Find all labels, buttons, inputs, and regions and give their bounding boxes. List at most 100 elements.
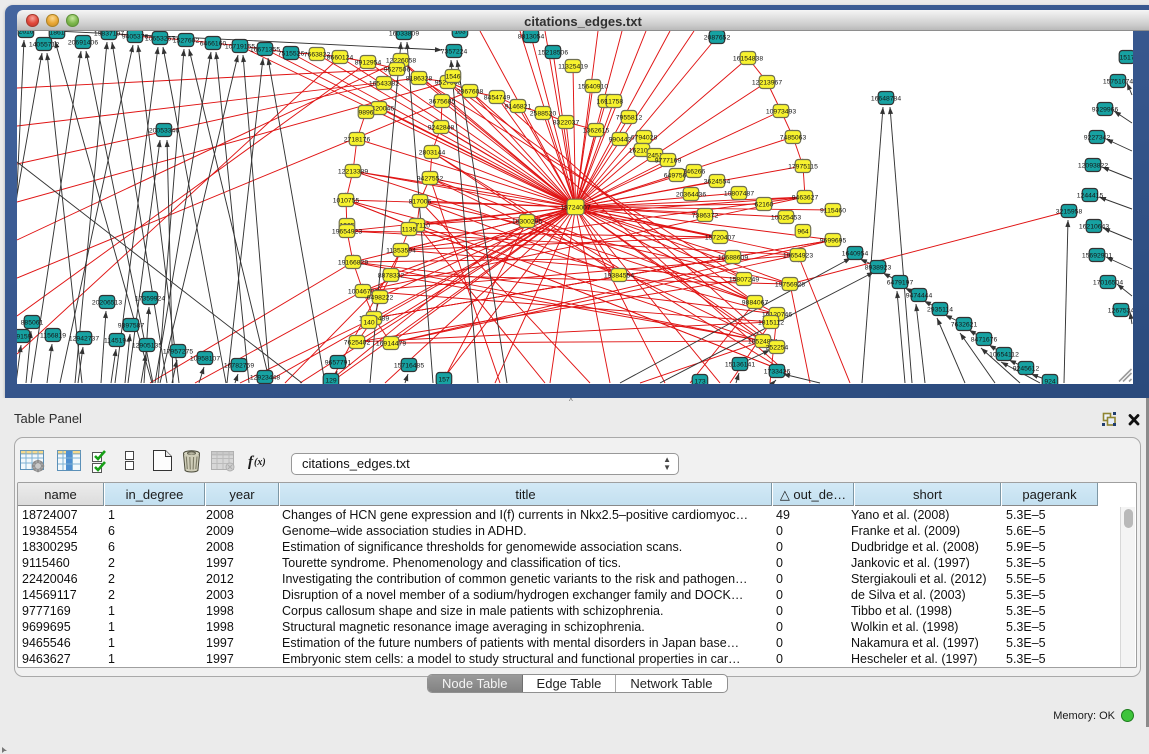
svg-text:16782759: 16782759	[224, 362, 254, 369]
svg-text:9463627: 9463627	[792, 194, 819, 201]
svg-text:8322037: 8322037	[553, 119, 580, 126]
svg-text:1861: 1861	[49, 31, 64, 36]
svg-text:11758: 11758	[605, 98, 624, 105]
svg-text:1733426: 1733426	[764, 368, 791, 375]
svg-text:1135: 1135	[402, 226, 417, 233]
svg-text:7632621: 7632621	[951, 321, 978, 328]
svg-text:7386372: 7386372	[692, 212, 719, 219]
svg-text:7357224: 7357224	[441, 48, 468, 55]
svg-text:16033809: 16033809	[389, 31, 419, 37]
svg-text:1010755: 1010755	[333, 197, 360, 204]
svg-text:20691406: 20691406	[68, 39, 98, 46]
svg-text:16671355: 16671355	[250, 46, 280, 53]
svg-text:885061: 885061	[21, 319, 44, 326]
svg-text:8938923: 8938923	[865, 264, 892, 271]
svg-text:16648784: 16648784	[871, 95, 901, 102]
svg-text:9657791: 9657791	[325, 359, 352, 366]
svg-text:18300295: 18300295	[512, 218, 542, 225]
svg-text:3675685: 3675685	[429, 98, 456, 105]
svg-text:14055712: 14055712	[29, 41, 59, 48]
svg-text:6466160: 6466160	[200, 40, 227, 47]
svg-text:12093822: 12093822	[1078, 162, 1108, 169]
svg-text:17016504: 17016504	[1093, 279, 1123, 286]
svg-text:1517: 1517	[1119, 54, 1132, 61]
svg-text:10025453: 10025453	[771, 214, 801, 221]
svg-text:16154838: 16154838	[733, 55, 763, 62]
svg-text:252254: 252254	[766, 344, 789, 351]
svg-text:11325419: 11325419	[558, 63, 588, 70]
svg-text:8813054: 8813054	[518, 33, 545, 40]
svg-text:8878332: 8878332	[378, 272, 405, 279]
svg-text:7955812: 7955812	[616, 114, 643, 121]
svg-text:964: 964	[797, 228, 809, 235]
svg-text:163: 163	[454, 31, 466, 35]
svg-text:16210643: 16210643	[1079, 223, 1109, 230]
svg-text:15716485: 15716485	[394, 362, 424, 369]
svg-text:2718176: 2718176	[344, 136, 371, 143]
svg-text:2087652: 2087652	[704, 34, 731, 41]
svg-text:2803144: 2803144	[419, 149, 446, 156]
svg-text:19654923: 19654923	[783, 252, 813, 259]
svg-text:19166829: 19166829	[338, 259, 368, 266]
svg-text:924: 924	[1044, 378, 1056, 383]
svg-text:817006: 817006	[409, 198, 432, 205]
svg-text:8471676: 8471676	[971, 336, 998, 343]
svg-text:19756928: 19756928	[775, 281, 805, 288]
svg-text:8186328: 8186328	[406, 75, 433, 82]
svg-text:9699695: 9699695	[820, 237, 847, 244]
svg-text:1640954: 1640954	[842, 250, 869, 257]
svg-text:9884067: 9884067	[742, 299, 769, 306]
svg-text:9242848: 9242848	[428, 124, 455, 131]
svg-text:10807487: 10807487	[724, 190, 754, 197]
svg-text:10688609: 10688609	[718, 254, 748, 261]
svg-text:10654112: 10654112	[989, 351, 1019, 358]
svg-text:9146821: 9146821	[505, 103, 532, 110]
svg-text:15692901: 15692901	[1082, 252, 1112, 259]
svg-text:157: 157	[438, 376, 450, 383]
svg-text:990443: 990443	[609, 136, 632, 143]
svg-text:19837197: 19837197	[94, 31, 124, 37]
svg-text:19654923: 19654923	[332, 228, 362, 235]
svg-text:20206513: 20206513	[92, 299, 122, 306]
svg-text:1267534: 1267534	[1108, 307, 1133, 314]
svg-text:15136141: 15136141	[725, 361, 755, 368]
svg-text:12213967: 12213967	[752, 79, 782, 86]
svg-text:16914479: 16914479	[376, 340, 406, 347]
svg-text:1244415: 1244415	[1077, 192, 1104, 199]
svg-text:1145194: 1145194	[104, 337, 130, 344]
svg-text:140: 140	[363, 319, 375, 326]
svg-text:12942737: 12942737	[69, 335, 99, 342]
svg-text:746266: 746266	[683, 168, 706, 175]
svg-text:15640910: 15640910	[578, 83, 608, 90]
svg-text:129: 129	[325, 377, 337, 383]
svg-text:2367608: 2367608	[457, 88, 484, 95]
svg-text:9527506: 9527506	[384, 66, 411, 73]
svg-text:7485063: 7485063	[780, 134, 807, 141]
svg-text:7515526: 7515526	[278, 50, 305, 57]
svg-text:9427552: 9427552	[417, 175, 444, 182]
svg-text:6479197: 6479197	[887, 279, 914, 286]
svg-text:173: 173	[694, 378, 706, 383]
svg-text:9777169: 9777169	[655, 157, 682, 164]
svg-text:9397587: 9397587	[118, 322, 145, 329]
svg-text:1156819: 1156819	[40, 332, 66, 339]
svg-text:17957275: 17957275	[163, 348, 193, 355]
svg-text:9115460: 9115460	[820, 207, 846, 214]
svg-text:1546: 1546	[445, 73, 460, 80]
svg-text:8660124: 8660124	[327, 54, 354, 61]
svg-text:17359924: 17359924	[135, 295, 165, 302]
svg-text:62160: 62160	[755, 201, 774, 208]
svg-text:7625402: 7625402	[344, 339, 371, 346]
svg-text:6498222: 6498222	[367, 294, 394, 301]
svg-text:15751074: 15751074	[1103, 78, 1133, 85]
svg-text:12923448: 12923448	[250, 374, 280, 381]
svg-text:2935114: 2935114	[927, 306, 953, 313]
svg-text:39159: 39159	[17, 333, 32, 340]
svg-text:10653267: 10653267	[145, 35, 175, 42]
svg-text:11353594: 11353594	[386, 247, 416, 254]
svg-text:20364436: 20364436	[676, 191, 706, 198]
svg-text:15807249: 15807249	[729, 276, 759, 283]
svg-text:20053346: 20053346	[149, 127, 179, 134]
svg-text:8454749: 8454749	[484, 94, 511, 101]
svg-text:9329966: 9329966	[1092, 106, 1119, 113]
